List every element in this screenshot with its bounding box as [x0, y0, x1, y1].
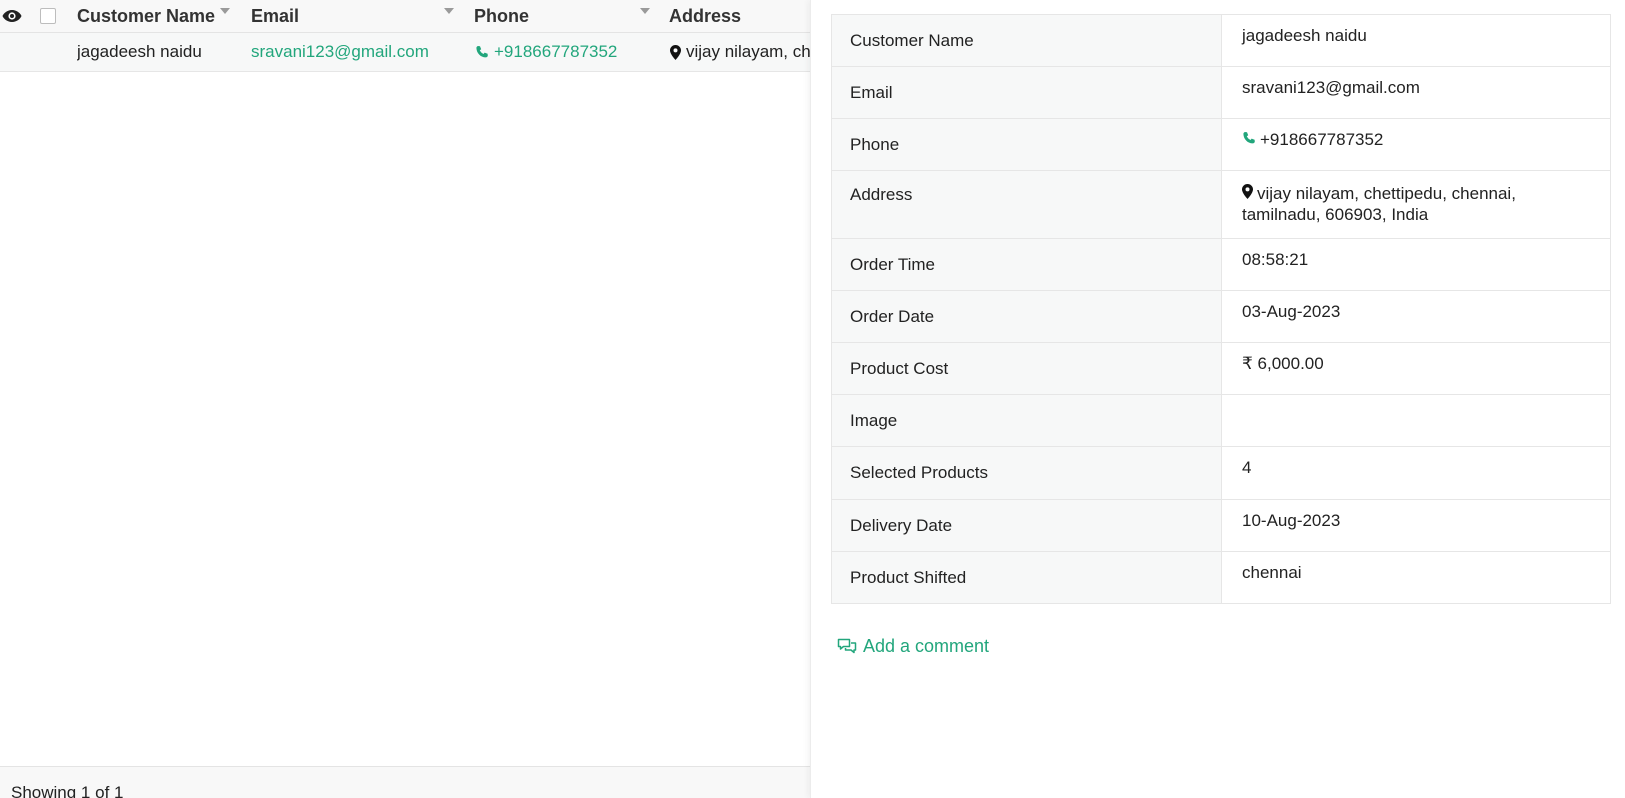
record-detail-panel: Customer Name jagadeesh naidu Email srav…: [810, 0, 1625, 798]
column-header-customer-name[interactable]: Customer Name: [77, 0, 227, 32]
detail-label: Product Cost: [832, 343, 1222, 394]
detail-value: ₹ 6,000.00: [1242, 354, 1324, 373]
add-comment-button[interactable]: Add a comment: [837, 636, 989, 657]
detail-row-selected-products: Selected Products 4: [832, 447, 1610, 500]
detail-address: vijay nilayam, chettipedu, chennai, tami…: [1222, 171, 1610, 238]
detail-label: Customer Name: [832, 15, 1222, 66]
row-email-link[interactable]: sravani123@gmail.com: [251, 33, 461, 71]
detail-email-link[interactable]: sravani123@gmail.com: [1222, 67, 1610, 118]
select-all-checkbox[interactable]: [40, 0, 60, 32]
detail-phone-link[interactable]: +918667787352: [1222, 119, 1610, 170]
detail-value: 4: [1242, 458, 1252, 477]
detail-value: chennai: [1242, 563, 1302, 582]
detail-value: 08:58:21: [1242, 250, 1309, 269]
detail-label: Phone: [832, 119, 1222, 170]
records-list-pane: Customer Name Email Phone Address jagade…: [0, 0, 810, 798]
detail-value: [1222, 395, 1610, 446]
detail-label: Email: [832, 67, 1222, 118]
detail-label: Order Date: [832, 291, 1222, 342]
detail-row-address: Address vijay nilayam, chettipedu, chenn…: [832, 171, 1610, 239]
row-address: vijay nilayam, chettipedu, chennai, tami…: [670, 33, 810, 71]
detail-row-product-shifted: Product Shifted chennai: [832, 552, 1610, 604]
map-marker-icon: [1242, 184, 1253, 199]
detail-row-order-date: Order Date 03-Aug-2023: [832, 291, 1610, 343]
detail-phone-value: +918667787352: [1260, 130, 1384, 149]
column-header-address[interactable]: Address: [669, 0, 809, 32]
table-row[interactable]: jagadeesh naidu sravani123@gmail.com +91…: [0, 33, 810, 72]
detail-value: 10-Aug-2023: [1242, 511, 1341, 530]
column-header-email[interactable]: Email: [251, 0, 431, 32]
row-customer-name: jagadeesh naidu: [77, 42, 202, 61]
sort-caret-icon[interactable]: [220, 8, 230, 14]
row-phone-link[interactable]: +918667787352: [475, 33, 660, 71]
phone-icon: [1242, 131, 1256, 145]
detail-address-value: vijay nilayam, chettipedu, chennai, tami…: [1242, 184, 1516, 224]
detail-row-email: Email sravani123@gmail.com: [832, 67, 1610, 119]
detail-value: jagadeesh naidu: [1242, 26, 1367, 45]
detail-row-image: Image: [832, 395, 1610, 447]
phone-icon: [475, 45, 489, 59]
column-header-phone[interactable]: Phone: [474, 0, 624, 32]
detail-label: Selected Products: [832, 447, 1222, 499]
row-phone-value: +918667787352: [494, 42, 618, 61]
detail-row-delivery-date: Delivery Date 10-Aug-2023: [832, 500, 1610, 552]
sort-caret-icon[interactable]: [640, 8, 650, 14]
sort-caret-icon[interactable]: [444, 8, 454, 14]
detail-row-product-cost: Product Cost ₹ 6,000.00: [832, 343, 1610, 395]
detail-row-customer-name: Customer Name jagadeesh naidu: [832, 15, 1610, 67]
comments-icon: [837, 638, 857, 655]
record-count-text: Showing 1 of 1: [11, 783, 124, 798]
detail-row-order-time: Order Time 08:58:21: [832, 239, 1610, 291]
list-footer: Showing 1 of 1: [0, 766, 810, 798]
add-comment-label: Add a comment: [863, 636, 990, 656]
detail-label: Delivery Date: [832, 500, 1222, 551]
detail-table: Customer Name jagadeesh naidu Email srav…: [831, 14, 1611, 604]
detail-label: Address: [832, 171, 1222, 238]
detail-label: Image: [832, 395, 1222, 446]
row-address-value: vijay nilayam, chettipedu, chennai, tami…: [686, 42, 810, 61]
detail-label: Order Time: [832, 239, 1222, 290]
table-header: Customer Name Email Phone Address: [0, 0, 810, 33]
detail-row-phone: Phone +918667787352: [832, 119, 1610, 171]
map-marker-icon: [670, 44, 681, 60]
detail-value: 03-Aug-2023: [1242, 302, 1341, 321]
eye-icon[interactable]: [2, 0, 24, 32]
detail-label: Product Shifted: [832, 552, 1222, 603]
